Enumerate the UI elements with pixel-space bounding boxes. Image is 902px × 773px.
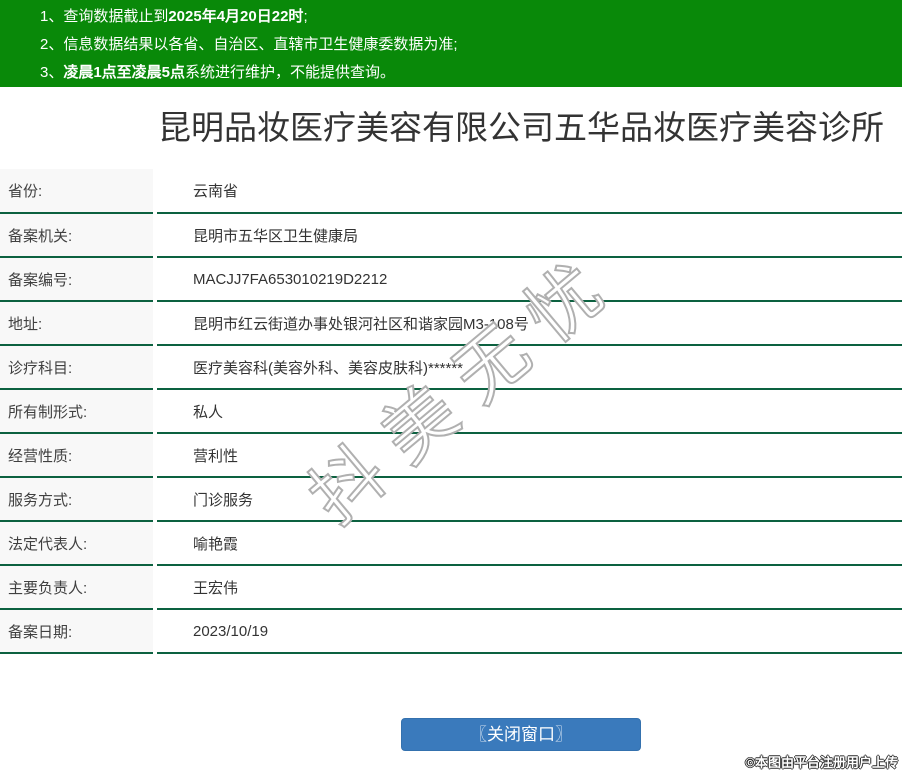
row-label: 备案机关:	[0, 213, 157, 258]
notice-line-2: 2、信息数据结果以各省、自治区、直辖市卫生健康委数据为准;	[40, 31, 902, 59]
row-label: 所有制形式:	[0, 389, 157, 434]
table-row-business-nature: 经营性质: 营利性	[0, 433, 902, 478]
row-label: 地址:	[0, 301, 157, 346]
notice-bar: 1、查询数据截止到2025年4月20日22时; 2、信息数据结果以各省、自治区、…	[0, 0, 902, 87]
page-title: 昆明品妆医疗美容有限公司五华品妆医疗美容诊所	[158, 109, 884, 146]
row-label: 诊疗科目:	[0, 345, 157, 390]
row-label: 备案日期:	[0, 609, 157, 654]
row-label: 主要负责人:	[0, 565, 157, 610]
notice-line-1-post: ;	[303, 8, 308, 25]
table-row-record-date: 备案日期: 2023/10/19	[0, 609, 902, 654]
table-row-ownership-form: 所有制形式: 私人	[0, 389, 902, 434]
row-label: 备案编号:	[0, 257, 157, 302]
notice-line-1: 1、查询数据截止到2025年4月20日22时;	[40, 3, 902, 31]
notice-line-3-text: 3、	[40, 64, 64, 81]
row-label: 法定代表人:	[0, 521, 157, 566]
table-row-main-person-in-charge: 主要负责人: 王宏伟	[0, 565, 902, 610]
notice-line-1-text: 1、查询数据截止到	[40, 8, 169, 25]
table-row-province: 省份: 云南省	[0, 169, 902, 214]
row-label: 服务方式:	[0, 477, 157, 522]
notice-line-3-bold: 凌晨1点至凌晨5点	[63, 64, 186, 81]
notice-line-3: 3、凌晨1点至凌晨5点系统进行维护，不能提供查询。	[40, 59, 902, 87]
row-value: 昆明市五华区卫生健康局	[155, 213, 902, 258]
row-value: 王宏伟	[155, 565, 902, 610]
table-row-record-authority: 备案机关: 昆明市五华区卫生健康局	[0, 213, 902, 258]
table-row-legal-representative: 法定代表人: 喻艳霞	[0, 521, 902, 566]
row-value: 门诊服务	[155, 477, 902, 522]
row-label: 省份:	[0, 169, 157, 214]
row-value: 云南省	[155, 169, 902, 214]
row-value: 2023/10/19	[155, 609, 902, 654]
record-table: 省份: 云南省 备案机关: 昆明市五华区卫生健康局 备案编号: MACJJ7FA…	[0, 169, 902, 654]
table-row-service-mode: 服务方式: 门诊服务	[0, 477, 902, 522]
row-value: 营利性	[155, 433, 902, 478]
row-value: 昆明市红云街道办事处银河社区和谐家园M3-108号	[155, 301, 902, 346]
row-value: 私人	[155, 389, 902, 434]
row-value: 喻艳霞	[155, 521, 902, 566]
row-value: 医疗美容科(美容外科、美容皮肤科)******	[155, 345, 902, 390]
table-row-clinical-departments: 诊疗科目: 医疗美容科(美容外科、美容皮肤科)******	[0, 345, 902, 390]
close-window-button[interactable]: 〖关闭窗口〗	[401, 718, 641, 751]
row-value: MACJJ7FA653010219D2212	[155, 257, 902, 302]
notice-line-1-bold: 2025年4月20日22时	[168, 8, 304, 25]
button-row: 〖关闭窗口〗	[140, 718, 902, 751]
table-row-record-number: 备案编号: MACJJ7FA653010219D2212	[0, 257, 902, 302]
row-label: 经营性质:	[0, 433, 157, 478]
notice-line-3-post: 系统进行维护，不能提供查询。	[185, 64, 396, 81]
table-row-address: 地址: 昆明市红云街道办事处银河社区和谐家园M3-108号	[0, 301, 902, 346]
uploader-credit-watermark: ©本图由平台注册用户上传	[745, 755, 898, 770]
notice-line-2-text: 2、信息数据结果以各省、自治区、直辖市卫生健康委数据为准;	[40, 36, 458, 53]
